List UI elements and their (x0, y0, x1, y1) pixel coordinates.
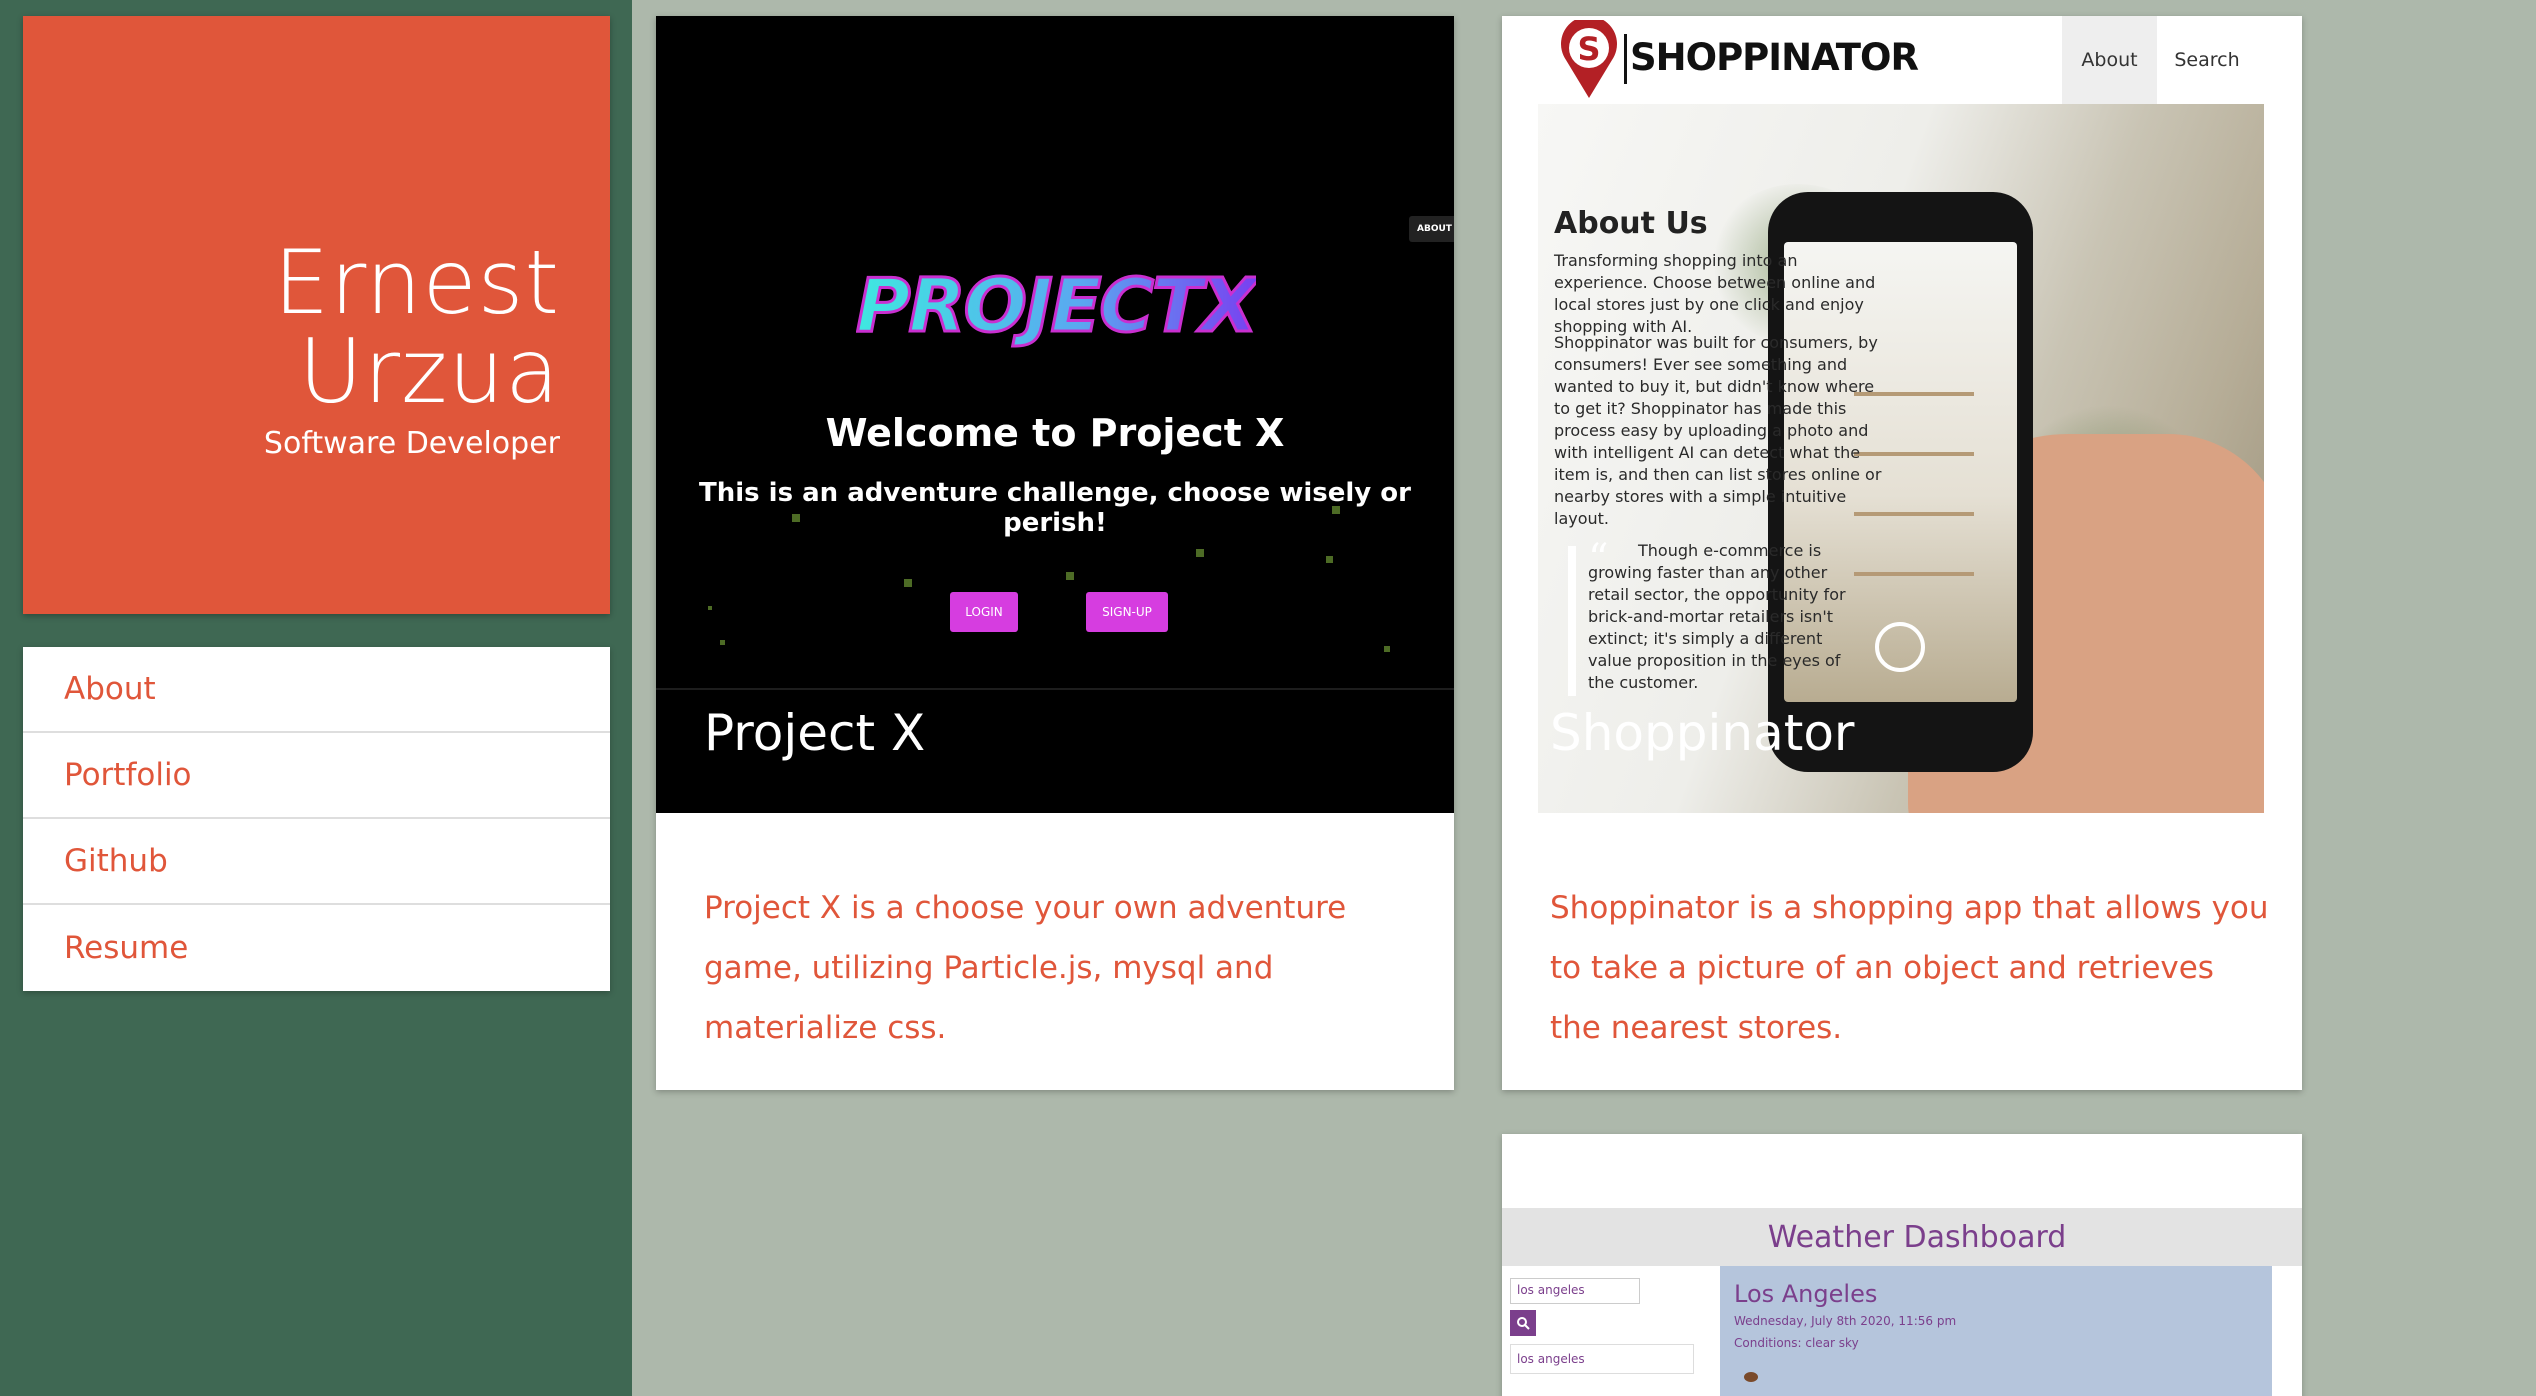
weather-header: Weather Dashboard (1502, 1208, 2302, 1266)
project-x-signup-button: SIGN-UP (1086, 592, 1168, 632)
weather-search-button (1510, 1310, 1536, 1336)
shoppinator-about-title: About Us (1554, 206, 1708, 241)
quote-bar (1568, 546, 1576, 696)
project-x-logo: PROJECTX (856, 262, 1256, 351)
nav-item-github[interactable]: Github (23, 819, 610, 905)
weather-icon (1744, 1372, 1758, 1382)
shoppinator-about-para1: Transforming shopping into an experience… (1554, 251, 1876, 336)
project-x-description: Project X is a choose your own adventure… (704, 890, 1347, 1046)
shoppinator-nav-search: Search (2174, 49, 2240, 71)
weather-search-field: los angeles (1510, 1278, 1640, 1304)
shoppinator-description: Shoppinator is a shopping app that allow… (1550, 890, 2269, 1046)
camera-shutter-icon (1875, 622, 1925, 672)
project-card-weather-dashboard[interactable]: Weather Dashboard los angeles los angele… (1502, 1134, 2302, 1396)
project-x-about-tab: ABOUT US (1409, 216, 1454, 242)
weather-city: Los Angeles (1734, 1280, 1878, 1308)
project-x-title: Project X (704, 704, 926, 762)
project-x-login-button: LOGIN (950, 592, 1018, 632)
shoppinator-logo-text: SHOPPINATOR (1630, 36, 1919, 79)
shoppinator-logo-letter: S (1577, 30, 1600, 68)
nav-item-resume[interactable]: Resume (23, 905, 610, 991)
weather-title: Weather Dashboard (1767, 1220, 2067, 1255)
shoppinator-about-para2: Shoppinator was built for consumers, by … (1554, 333, 1882, 528)
weather-main-panel: Los Angeles Wednesday, July 8th 2020, 11… (1720, 1266, 2272, 1396)
project-x-screenshot: ABOUT US PROJECTX Welcome to Project X T… (656, 16, 1454, 813)
project-x-logo-text: PROJECTX (856, 263, 1256, 349)
shoppinator-title: Shoppinator (1550, 704, 1855, 762)
nav-item-about[interactable]: About (23, 647, 610, 733)
shoppinator-nav-about: About (2062, 16, 2157, 104)
shoppinator-quote: Though e-commerce is growing faster than… (1588, 541, 1846, 692)
first-name: Ernest (273, 231, 560, 334)
shoppinator-logo-icon: S (1561, 20, 1617, 98)
project-card-project-x[interactable]: ABOUT US PROJECTX Welcome to Project X T… (656, 16, 1454, 1090)
profile-name: Ernest Urzua (273, 231, 561, 424)
weather-history-item: los angeles (1510, 1344, 1694, 1374)
shoppinator-screenshot: S SHOPPINATOR About Search About Us Tran… (1538, 16, 2264, 813)
sidebar: Ernest Urzua Software Developer About Po… (0, 0, 632, 1396)
weather-conditions: Conditions: clear sky (1734, 1336, 1859, 1350)
sidebar-nav: About Portfolio Github Resume (23, 647, 610, 991)
profile-card: Ernest Urzua Software Developer (23, 16, 610, 614)
project-card-shoppinator[interactable]: S SHOPPINATOR About Search About Us Tran… (1502, 16, 2302, 1090)
last-name: Urzua (298, 320, 560, 424)
project-x-divider (656, 688, 1454, 690)
nav-item-portfolio[interactable]: Portfolio (23, 733, 610, 819)
weather-screenshot: Weather Dashboard los angeles los angele… (1502, 1208, 2302, 1396)
shoppinator-header: S SHOPPINATOR About Search (1538, 16, 2264, 104)
search-icon (1517, 1317, 1530, 1330)
weather-date: Wednesday, July 8th 2020, 11:56 pm (1734, 1314, 1957, 1328)
profile-role: Software Developer (263, 426, 560, 461)
project-x-welcome: Welcome to Project X (825, 411, 1285, 455)
